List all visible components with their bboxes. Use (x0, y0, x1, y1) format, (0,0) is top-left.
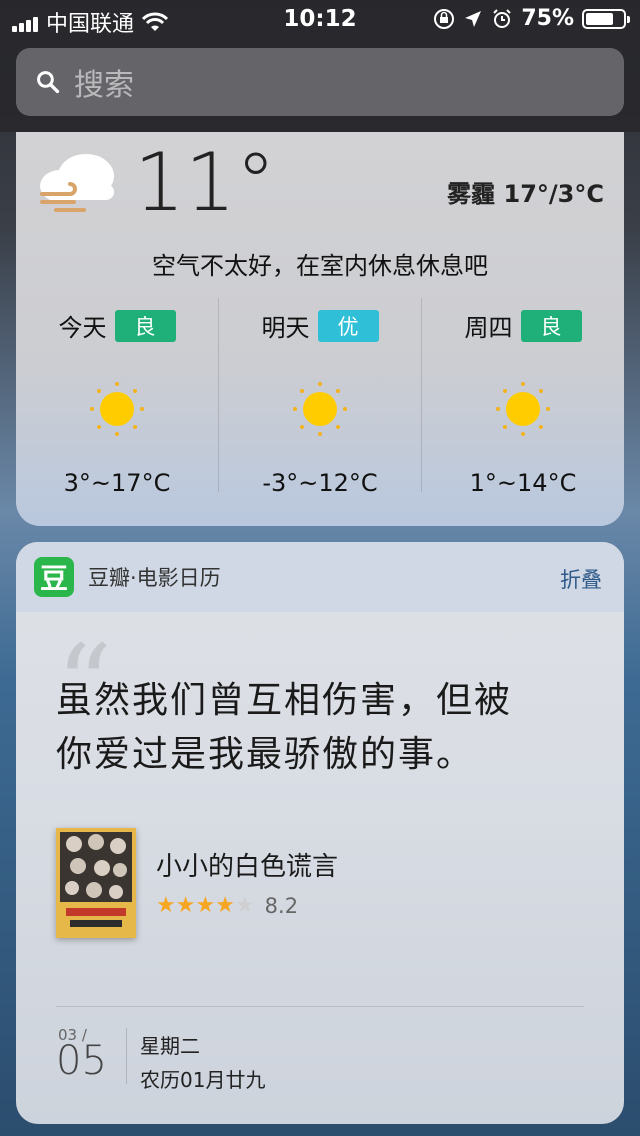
sun-icon (496, 382, 550, 436)
star-filled-icon: ★ (215, 893, 235, 918)
haze-cloud-icon (40, 154, 114, 212)
star-filled-icon: ★ (195, 893, 216, 918)
star-filled-icon: ★ (156, 893, 176, 918)
current-temperature: 11° (134, 136, 276, 229)
douban-widget-title: 豆瓣·电影日历 (88, 566, 221, 590)
forecast-range: 3°~17°C (63, 469, 171, 497)
collapse-button[interactable]: 折叠 (560, 564, 602, 594)
douban-widget[interactable]: 豆 豆瓣·电影日历 折叠 “ 虽然我们曾互相伤害，但被 你爱过是我最骄傲的事。 … (16, 542, 624, 1124)
battery-icon (582, 8, 630, 29)
movie-poster[interactable] (56, 828, 136, 938)
weather-message: 空气不太好，在室内休息休息吧 (152, 252, 488, 280)
lunar-date: 农历01月廿九 (140, 1068, 266, 1092)
battery-percent: 75% (521, 6, 574, 31)
aqi-badge: 良 (520, 309, 582, 342)
search-icon (37, 71, 60, 94)
forecast-row: 今天 良 3°~17°C 明天 优 -3°~12°C 周四 良 1°~14°C (16, 298, 624, 497)
date-separator (126, 1028, 127, 1084)
alarm-icon (493, 8, 512, 28)
forecast-range: 1°~14°C (469, 469, 577, 497)
status-right: 75% (433, 6, 630, 31)
douban-logo-icon: 豆 (34, 557, 74, 597)
star-empty-icon: ★ (234, 893, 255, 918)
sun-icon (293, 382, 347, 436)
search-bar[interactable]: 搜索 (16, 48, 624, 116)
forecast-day-name: 今天 (58, 314, 107, 342)
status-bar: 中国联通 10:12 75% (0, 0, 640, 40)
weather-widget[interactable]: 11° 雾霾 17°/3°C 空气不太好，在室内休息休息吧 今天 良 3°~17… (16, 132, 624, 526)
forecast-day-2: 周四 良 1°~14°C (421, 298, 624, 497)
divider (56, 1006, 584, 1007)
rating-value: 8.2 (264, 894, 299, 918)
forecast-day-name: 周四 (464, 314, 513, 342)
quote-line-2: 你爱过是我最骄傲的事。 (56, 734, 475, 775)
rating-stars: ★ ★ ★ ★ ★ 8.2 (156, 894, 298, 918)
forecast-range: -3°~12°C (262, 469, 378, 497)
aqi-badge: 优 (317, 309, 379, 342)
movie-title[interactable]: 小小的白色谎言 (156, 846, 338, 883)
douban-header: 豆 豆瓣·电影日历 折叠 (16, 542, 624, 612)
star-filled-icon: ★ (175, 893, 196, 918)
forecast-day-1: 明天 优 -3°~12°C (218, 298, 421, 497)
weekday-label: 星期二 (140, 1034, 200, 1058)
forecast-day-0: 今天 良 3°~17°C (16, 298, 218, 497)
quote-line-1: 虽然我们曾互相伤害，但被 (56, 680, 513, 721)
sun-icon (90, 382, 144, 436)
location-icon (465, 10, 482, 27)
forecast-day-name: 明天 (261, 314, 310, 342)
orientation-lock-icon (434, 8, 455, 29)
battery-fill (586, 12, 613, 25)
aqi-badge: 良 (114, 309, 176, 342)
movie-quote[interactable]: 虽然我们曾互相伤害，但被 你爱过是我最骄傲的事。 (56, 674, 576, 782)
search-placeholder: 搜索 (74, 68, 134, 103)
date-day: 05 (56, 1038, 107, 1084)
weather-condition: 雾霾 17°/3°C (447, 180, 604, 208)
